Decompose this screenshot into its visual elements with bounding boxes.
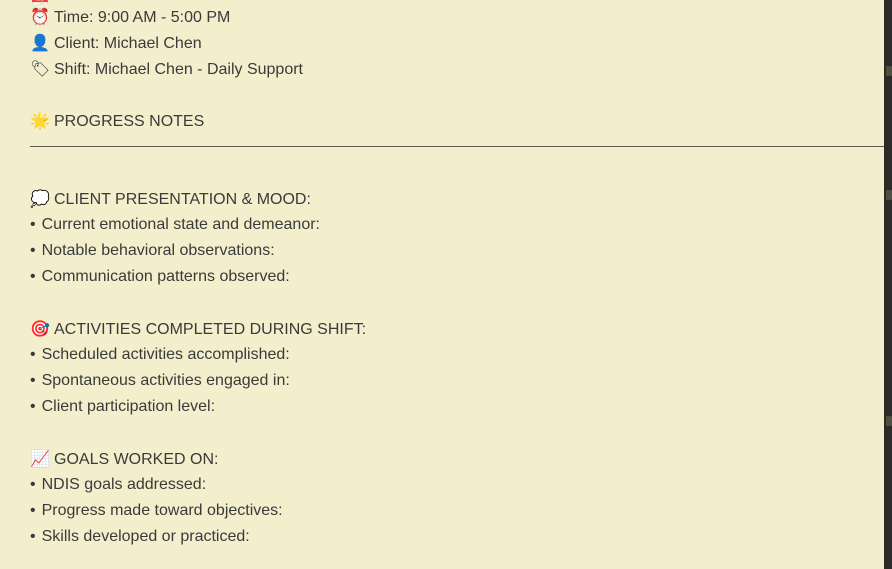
chart-increasing-icon: 📈 — [30, 449, 50, 468]
person-silhouette-icon: 👤 — [30, 33, 50, 52]
list-item: • Communication patterns observed: — [30, 264, 886, 290]
list-item: • Current emotional state and demeanor: — [30, 212, 886, 238]
viewport: 📅 ⏰Time: 9:00 AM - 5:00 PM 👤Client: Mich… — [0, 0, 892, 569]
bullet: • — [30, 346, 36, 363]
list-item-text: Progress made toward objectives: — [41, 502, 283, 519]
section-heading: GOALS WORKED ON: — [54, 451, 219, 468]
bullet: • — [30, 502, 36, 519]
shift-line: 🏷 Shift: Michael Chen - Daily Support — [30, 56, 886, 82]
client-text: Client: Michael Chen — [54, 35, 202, 52]
bullet: • — [30, 216, 36, 233]
section-heading-line: 🎯 ACTIVITIES COMPLETED DURING SHIFT: — [30, 316, 886, 342]
alarm-clock-icon: ⏰ — [30, 7, 50, 26]
bullet: • — [30, 242, 36, 259]
time-line: ⏰ Time: 9:00 AM - 5:00 PM — [30, 4, 886, 30]
section-heading-line: 📈 GOALS WORKED ON: — [30, 446, 886, 472]
progress-notes-heading: PROGRESS NOTES — [54, 113, 205, 130]
tag-label-icon: 🏷 — [30, 59, 51, 78]
client-line: 👤 Client: Michael Chen — [30, 30, 886, 56]
bullet: • — [30, 398, 36, 415]
list-item: • Notable behavioral observations: — [30, 238, 886, 264]
section-heading: ACTIVITIES COMPLETED DURING SHIFT: — [54, 321, 367, 338]
list-item: • Scheduled activities accomplished: — [30, 342, 886, 368]
edge-mark — [886, 66, 892, 76]
list-item: • Spontaneous activities engaged in: — [30, 368, 886, 394]
list-item-text: Current emotional state and demeanor: — [41, 216, 320, 233]
list-item: • Client participation level: — [30, 394, 886, 420]
edge-mark — [886, 190, 892, 200]
section-heading-line: 💭 CLIENT PRESENTATION & MOOD: — [30, 186, 886, 212]
list-item-text: Notable behavioral observations: — [41, 242, 275, 259]
list-item-text: Spontaneous activities engaged in: — [41, 372, 290, 389]
shift-text: Shift: Michael Chen - Daily Support — [54, 61, 303, 78]
list-item-text: Skills developed or practiced: — [41, 528, 250, 545]
list-item-text: Client participation level: — [41, 398, 216, 415]
bullet: • — [30, 268, 36, 285]
window-edge — [884, 0, 892, 569]
time-text: Time: 9:00 AM - 5:00 PM — [54, 9, 231, 26]
list-item: • NDIS goals addressed: — [30, 472, 886, 498]
list-item: • Skills developed or practiced: — [30, 524, 886, 550]
divider-rule — [30, 146, 884, 147]
list-item-text: Scheduled activities accomplished: — [41, 346, 290, 363]
list-item: • Progress made toward objectives: — [30, 498, 886, 524]
note-content[interactable]: 📅 ⏰Time: 9:00 AM - 5:00 PM 👤Client: Mich… — [30, 0, 886, 550]
edge-mark — [886, 416, 892, 426]
note-editor[interactable]: 📅 ⏰Time: 9:00 AM - 5:00 PM 👤Client: Mich… — [0, 0, 884, 569]
bullet: • — [30, 476, 36, 493]
progress-notes-heading-line: 🌟 PROGRESS NOTES — [30, 108, 886, 134]
list-item-text: NDIS goals addressed: — [41, 476, 207, 493]
section-heading: CLIENT PRESENTATION & MOOD: — [54, 191, 311, 208]
bullseye-target-icon: 🎯 — [30, 319, 50, 338]
bullet: • — [30, 528, 36, 545]
bullet: • — [30, 372, 36, 389]
divider-line — [30, 134, 886, 160]
thought-bubble-icon: 💭 — [30, 189, 50, 208]
list-item-text: Communication patterns observed: — [41, 268, 290, 285]
glowing-star-icon: 🌟 — [30, 111, 50, 130]
